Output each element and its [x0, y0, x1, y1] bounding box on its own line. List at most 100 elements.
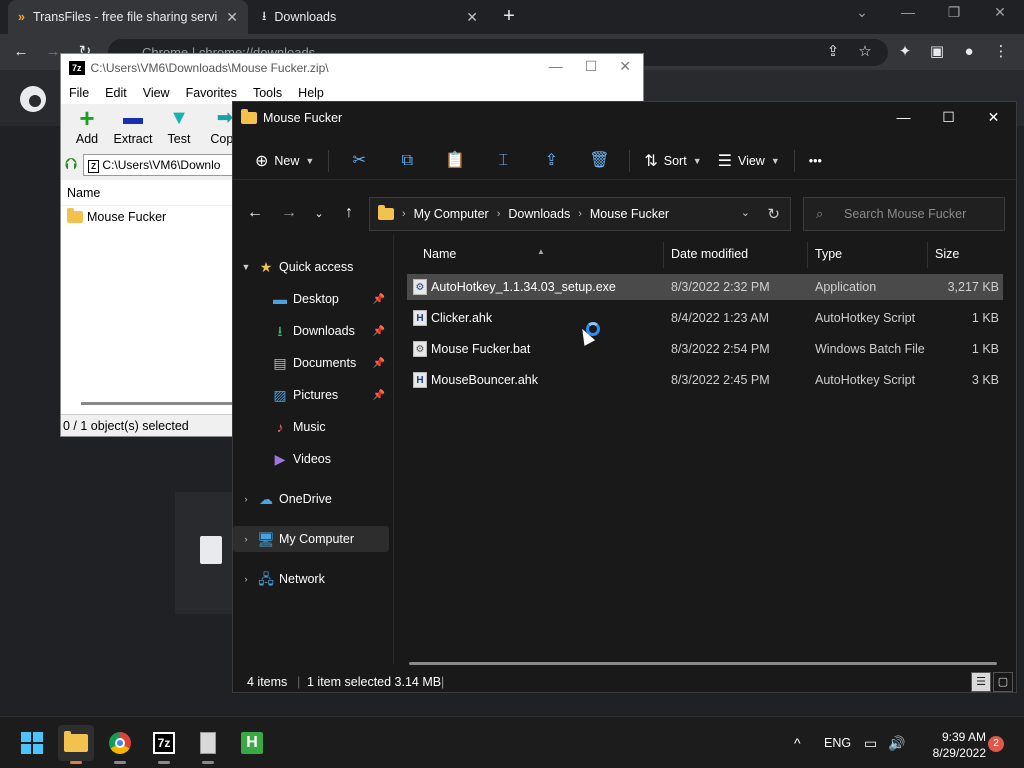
- menu-tools[interactable]: Tools: [253, 86, 282, 100]
- menu-edit[interactable]: Edit: [105, 86, 127, 100]
- share-icon[interactable]: ⇪: [527, 145, 575, 177]
- extensions-icon[interactable]: ✦: [896, 43, 914, 61]
- tab-search-icon[interactable]: ⌄: [850, 4, 874, 21]
- taskbar-file-explorer[interactable]: [58, 725, 94, 764]
- back-icon[interactable]: ←: [245, 204, 265, 222]
- side-panel-icon[interactable]: ▣: [928, 43, 946, 61]
- chrome-menu-icon[interactable]: ⋮: [992, 43, 1010, 61]
- sidebar-item-videos[interactable]: ▶ Videos: [233, 446, 389, 472]
- share-icon[interactable]: ⇪: [824, 43, 842, 61]
- tiles-view-icon[interactable]: ▢: [993, 672, 1013, 692]
- taskbar-autohotkey[interactable]: H: [234, 725, 270, 761]
- maximize-button[interactable]: ☐: [926, 102, 971, 134]
- tab-transfiles[interactable]: » TransFiles - free file sharing servi ✕: [8, 0, 248, 34]
- pin-icon[interactable]: 📌: [373, 358, 385, 369]
- 7zip-path-field[interactable]: Z C:\Users\VM6\Downlo: [83, 154, 244, 176]
- column-divider[interactable]: [807, 242, 808, 268]
- sidebar-item-pictures[interactable]: ▨ Pictures 📌: [233, 382, 389, 408]
- minimize-button[interactable]: —: [881, 102, 926, 134]
- minimize-button[interactable]: —: [549, 58, 563, 75]
- network-status-icon[interactable]: ▭: [864, 717, 877, 768]
- forward-icon[interactable]: →: [279, 204, 299, 222]
- address-bar[interactable]: › My Computer › Downloads › Mouse Fucker…: [369, 197, 791, 231]
- pane-divider[interactable]: [393, 234, 394, 664]
- breadcrumb-downloads[interactable]: Downloads: [508, 207, 570, 221]
- recent-locations-icon[interactable]: ⌄: [309, 207, 329, 220]
- maximize-button[interactable]: ☐: [585, 58, 598, 75]
- show-hidden-icons-button[interactable]: ^: [794, 717, 801, 768]
- table-row[interactable]: H Clicker.ahk 8/4/2022 1:23 AM AutoHotke…: [407, 305, 1003, 331]
- sidebar-item-documents[interactable]: ▤ Documents 📌: [233, 350, 389, 376]
- column-divider[interactable]: [663, 242, 664, 268]
- menu-help[interactable]: Help: [298, 86, 324, 100]
- sidebar-item-desktop[interactable]: ▬ Desktop 📌: [233, 286, 389, 312]
- sidebar-item-quick-access[interactable]: ▼ ★ Quick access: [233, 254, 389, 280]
- table-row[interactable]: H MouseBouncer.ahk 8/3/2022 2:45 PM Auto…: [407, 367, 1003, 393]
- tab-downloads[interactable]: ⭳ Downloads ✕: [252, 0, 488, 34]
- start-button[interactable]: [14, 725, 50, 761]
- table-row[interactable]: ⚙ Mouse Fucker.bat 8/3/2022 2:54 PM Wind…: [407, 336, 1003, 362]
- menu-favorites[interactable]: Favorites: [186, 86, 237, 100]
- search-input[interactable]: ⌕ Search Mouse Fucker: [803, 197, 1005, 231]
- breadcrumb-mouse-fucker[interactable]: Mouse Fucker: [590, 207, 669, 221]
- close-button[interactable]: ✕: [971, 102, 1016, 134]
- horizontal-scrollbar[interactable]: [409, 662, 997, 665]
- path-text: C:\Users\VM6\Downlo: [102, 158, 221, 172]
- cut-icon[interactable]: ✂: [335, 145, 383, 177]
- extract-button[interactable]: ▬ Extract: [113, 108, 153, 152]
- language-indicator[interactable]: ENG: [824, 717, 851, 768]
- sidebar-item-music[interactable]: ♪ Music: [233, 414, 389, 440]
- copy-icon[interactable]: ⧉: [383, 145, 431, 177]
- column-header-date[interactable]: Date modified: [671, 247, 748, 261]
- bookmark-star-icon[interactable]: ☆: [856, 43, 874, 61]
- taskbar-chrome[interactable]: [102, 725, 138, 764]
- up-icon[interactable]: ↑: [339, 204, 359, 222]
- sidebar-item-network[interactable]: › 🖧 Network: [233, 566, 389, 592]
- profile-icon[interactable]: ●: [960, 43, 978, 61]
- back-icon[interactable]: ←: [12, 43, 30, 61]
- close-tab-icon[interactable]: ✕: [226, 9, 238, 26]
- 7zip-path-icon: Z: [88, 160, 100, 173]
- sidebar-item-downloads[interactable]: ⭳ Downloads 📌: [233, 318, 389, 344]
- new-tab-button[interactable]: +: [498, 6, 520, 28]
- close-button[interactable]: ✕: [988, 4, 1012, 21]
- taskbar-notepad[interactable]: [190, 725, 226, 764]
- details-view-icon[interactable]: ☰: [971, 672, 991, 692]
- column-divider[interactable]: [927, 242, 928, 268]
- column-header-name[interactable]: Name: [423, 247, 456, 261]
- cloud-icon: ☁: [259, 491, 273, 507]
- close-tab-icon[interactable]: ✕: [466, 9, 478, 26]
- minimize-button[interactable]: —: [896, 4, 920, 20]
- close-button[interactable]: ✕: [619, 58, 631, 75]
- breadcrumb-my-computer[interactable]: My Computer: [414, 207, 489, 221]
- table-row[interactable]: ⚙ AutoHotkey_1.1.34.03_setup.exe 8/3/202…: [407, 274, 1003, 300]
- volume-icon[interactable]: 🔊: [888, 717, 905, 768]
- chevron-down-icon[interactable]: ⌄: [741, 206, 750, 219]
- taskbar-7zip[interactable]: 7z: [146, 725, 182, 764]
- up-folder-icon[interactable]: ⮉: [65, 156, 77, 174]
- refresh-icon[interactable]: ↻: [767, 205, 780, 223]
- pin-icon[interactable]: 📌: [373, 294, 385, 305]
- delete-icon[interactable]: 🗑: [575, 145, 623, 177]
- new-button[interactable]: ⊕ New ▼: [247, 145, 322, 177]
- view-button[interactable]: ☰ View ▼: [710, 145, 788, 177]
- pin-icon[interactable]: 📌: [373, 326, 385, 337]
- column-header-size[interactable]: Size: [935, 247, 959, 261]
- pin-icon[interactable]: 📌: [373, 390, 385, 401]
- rename-icon[interactable]: ⌶: [479, 145, 527, 177]
- sidebar-item-onedrive[interactable]: › ☁ OneDrive: [233, 486, 389, 512]
- notification-badge[interactable]: 2: [988, 736, 1004, 752]
- sort-button[interactable]: ⇅ Sort ▼: [636, 145, 709, 177]
- menu-file[interactable]: File: [69, 86, 89, 100]
- menu-view[interactable]: View: [143, 86, 170, 100]
- column-header-type[interactable]: Type: [815, 247, 842, 261]
- paste-icon[interactable]: 📋: [431, 145, 479, 177]
- explorer-window-controls: — ☐ ✕: [881, 102, 1016, 134]
- more-options-button[interactable]: •••: [801, 145, 830, 177]
- sidebar-item-my-computer[interactable]: › 🖥 My Computer: [233, 526, 389, 552]
- add-button[interactable]: + Add: [67, 105, 107, 152]
- test-button[interactable]: ▼ Test: [159, 108, 199, 152]
- clock[interactable]: 9:39 AM 8/29/2022: [910, 729, 986, 761]
- file-name: Mouse Fucker.bat: [431, 342, 531, 356]
- restore-button[interactable]: ❐: [942, 4, 966, 21]
